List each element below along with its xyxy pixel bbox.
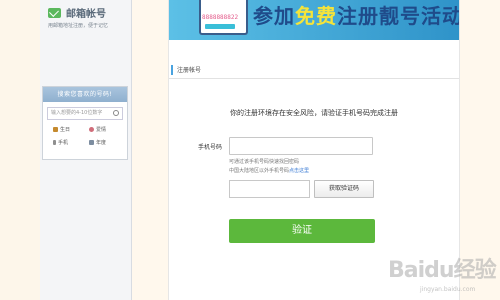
get-code-button[interactable]: 获取验证码 [314,180,374,198]
mail-account-title: 邮箱帐号 [66,9,106,20]
cake-icon [53,127,58,132]
overseas-hint-text: 中国大陆地区以外手机号码 [229,168,290,174]
verification-code-input[interactable] [229,180,310,198]
number-search-placeholder: 输入想要的4-10位数字 [51,110,103,116]
tag-label: 年度 [96,140,107,146]
section-accent-bar [171,65,173,75]
section-title: 注册帐号 [177,67,202,74]
number-tag-list: 生日 爱情 手机 年度 [43,120,127,152]
tag-love[interactable]: 爱情 [89,126,125,133]
overseas-link[interactable]: 点击这里 [289,168,309,174]
phone-icon [53,140,56,145]
calendar-icon [89,140,94,145]
search-icon[interactable] [113,110,119,116]
banner-text-suffix: 注册靓号活动 [337,4,459,28]
verify-button[interactable]: 验证 [229,219,375,243]
baidu-watermark: Baidu经验 [388,258,497,283]
overseas-hint: 中国大陆地区以外手机号码点击这里 [229,167,309,174]
tag-year[interactable]: 年度 [89,139,125,146]
tag-phone[interactable]: 手机 [53,139,89,146]
phone-label: 手机号码 [198,144,223,151]
mail-account-subtitle: 用邮箱地址注册，便于记忆 [48,23,109,29]
number-search-input[interactable]: 输入想要的4-10位数字 [47,107,123,120]
number-search-panel: 搜索您喜欢的号码! 输入想要的4-10位数字 生日 爱情 手机 年度 [42,86,128,160]
mail-account-header[interactable]: 邮箱帐号 [48,5,106,20]
phone-screen-bar [205,24,235,29]
mail-check-icon [48,7,61,18]
tag-label: 生日 [60,127,71,133]
number-search-title: 搜索您喜欢的号码! [43,87,127,102]
baidu-watermark-url: jingyan.baidu.com [420,286,476,293]
phone-number-input[interactable] [229,137,373,155]
tag-label: 手机 [58,140,69,146]
banner-text-highlight: 免费 [295,4,337,28]
security-warning: 你的注册环境存在安全风险，请验证手机号码完成注册 [230,109,398,117]
tag-birthday[interactable]: 生日 [53,126,89,133]
phone-hint: 可通过该手机号码快速找回密码 [229,159,300,165]
banner-headline: 参加免费注册靓号活动 [253,0,459,29]
tag-label: 爱情 [96,127,107,133]
promo-banner[interactable]: 8888888822 参加免费注册靓号活动 [169,0,459,40]
banner-text-prefix: 参加 [253,4,295,28]
page-background-left [0,0,40,300]
heart-icon [89,127,94,132]
section-header: 注册帐号 [169,62,459,79]
banner-phone-number: 8888888822 [202,14,239,21]
